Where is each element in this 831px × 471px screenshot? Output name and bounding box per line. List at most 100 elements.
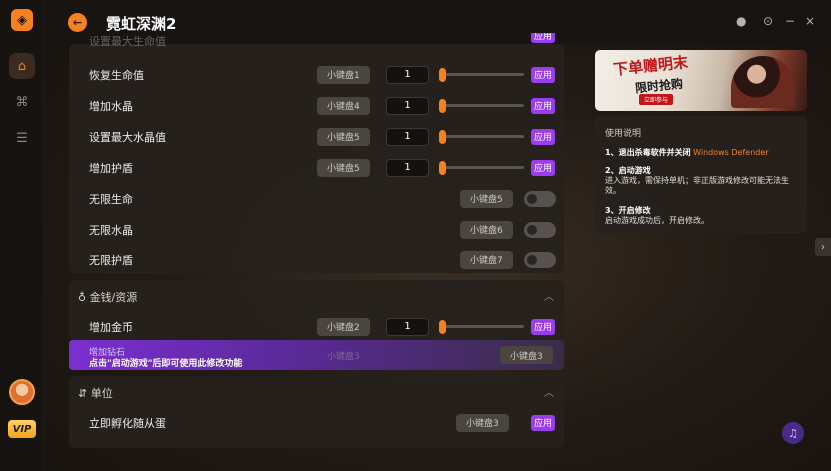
hotkey-chip[interactable]: 小键盘5 [317,158,370,177]
launch-game-notice[interactable]: 增加钻石 点击"启动游戏"后即可使用此修改功能 小键盘3 小键盘3 [69,340,564,370]
instruction-step-3: 3、开启修改 启动游戏成功后，开启修改。 [605,206,801,226]
apply-button[interactable]: 应用 [531,128,555,145]
list-item: 增加金币 小键盘2 1 应用 [69,311,564,342]
banner-tag: 立即参与 [639,94,674,105]
value-slider[interactable] [441,73,524,76]
hotkey-chip: 小键盘3 [327,351,360,362]
apply-button[interactable]: 应用 [531,414,555,431]
list-item: 设置最大水晶值 小键盘5 1 应用 [69,121,564,152]
value-slider[interactable] [441,104,524,107]
settings-icon[interactable]: ⊙ [763,14,773,28]
row-label: 恢复生命值 [89,68,144,82]
section-title-text: 金钱/资源 [89,291,138,304]
instruction-step-1: 1、退出杀毒软件并关闭 Windows Defender [605,148,801,158]
value-input[interactable]: 1 [386,96,429,115]
apply-button[interactable]: 应用 [531,318,555,335]
instructions-title: 使用说明 [605,129,642,139]
step-body: 进入游戏，需保持单机；非正版游戏修改可能无法生效。 [605,176,789,195]
money-bag-icon: ♁ [78,291,87,304]
row-label: 设置最大水晶值 [89,130,166,144]
hotkey-chip[interactable]: 小键盘5 [317,127,370,146]
value-slider[interactable] [441,135,524,138]
theme-icon[interactable]: ● [736,14,746,28]
toggle-switch[interactable] [524,221,556,238]
value-slider[interactable] [441,166,524,169]
chevron-up-icon[interactable]: ︿ [544,288,554,303]
list-item: 立即孵化随从蛋 小键盘3 应用 [69,407,564,438]
page-title: 霓虹深渊2 [106,15,177,33]
hotkey-chip[interactable]: 小键盘3 [500,346,553,364]
units-icon: ⇵ [78,387,88,400]
gamepad-icon[interactable]: ⌘ [9,89,35,115]
list-item: 增加水晶 小键盘4 1 应用 [69,90,564,121]
apply-button[interactable]: 应用 [531,33,555,43]
apply-button[interactable]: 应用 [531,159,555,176]
slider-handle[interactable] [439,67,446,82]
list-item: 无限水晶 小键盘6 [69,214,564,245]
list-item: 无限护盾 小键盘7 [69,244,564,275]
slider-handle[interactable] [439,319,446,334]
list-item: 无限生命 小键盘5 [69,183,564,214]
chevron-up-icon[interactable]: ︿ [544,384,554,399]
banner-character-image [731,56,795,108]
row-label: 立即孵化随从蛋 [89,416,166,430]
row-label: 增加金币 [89,320,133,334]
usage-instructions: 使用说明 1、退出杀毒软件并关闭 Windows Defender 2、启动游戏… [595,116,807,233]
value-input[interactable]: 1 [386,127,429,146]
home-icon[interactable]: ⌂ [9,53,35,79]
section-title: ⇵ 单位 [78,385,113,401]
hotkey-chip[interactable]: 小键盘6 [460,220,513,239]
minimize-button[interactable]: − [785,14,795,28]
step-title: 3、开启修改 [605,206,651,215]
hotkey-chip[interactable]: 小键盘1 [317,65,370,84]
cheat-panel-units: ⇵ 单位 ︿ 立即孵化随从蛋 小键盘3 应用 [69,376,564,448]
promo-banner[interactable]: 下单赠明末 限时抢购 立即参与 [595,50,807,111]
section-title-text: 单位 [90,387,113,400]
row-label: 无限护盾 [89,253,133,267]
section-header-units[interactable]: ⇵ 单位 ︿ [69,376,564,407]
row-label: 无限水晶 [89,223,133,237]
app-logo-icon: ◈ [11,9,33,31]
slider-handle[interactable] [439,129,446,144]
row-label: 无限生命 [89,192,133,206]
cheat-panel-main: 设置最大生命值 应用 恢复生命值 小键盘1 1 应用 增加水晶 小键盘4 1 应… [69,33,564,275]
step-highlight: Windows Defender [693,148,769,157]
row-label: 设置最大生命值 [89,35,166,48]
sidebar: ◈ ⌂ ⌘ ☰ VIP [0,0,44,471]
promo-message: 点击"启动游戏"后即可使用此修改功能 [89,359,243,369]
section-header-money[interactable]: ♁ 金钱/资源 ︿ [69,280,564,311]
cheat-panel-money: ♁ 金钱/资源 ︿ 增加金币 小键盘2 1 应用 [69,280,564,340]
value-input[interactable]: 1 [386,65,429,84]
chevron-right-icon[interactable]: › [815,238,831,256]
value-input[interactable]: 1 [386,317,429,336]
slider-handle[interactable] [439,98,446,113]
instruction-step-2: 2、启动游戏 进入游戏，需保持单机；非正版游戏修改可能无法生效。 [605,166,801,196]
step-body: 启动游戏成功后，开启修改。 [605,216,709,225]
list-item: 恢复生命值 小键盘1 1 应用 [69,59,564,90]
toggle-switch[interactable] [524,190,556,207]
box-icon[interactable]: ☰ [9,125,35,151]
hotkey-chip[interactable]: 小键盘7 [460,250,513,269]
avatar[interactable] [9,379,35,405]
apply-button[interactable]: 应用 [531,97,555,114]
slider-handle[interactable] [439,160,446,175]
list-item: 设置最大生命值 应用 [69,33,564,49]
hotkey-chip[interactable]: 小键盘4 [317,96,370,115]
step-title: 2、启动游戏 [605,166,651,175]
back-button[interactable]: ← [68,13,87,32]
list-item: 增加护盾 小键盘5 1 应用 [69,152,564,183]
vip-badge[interactable]: VIP [8,420,36,438]
value-slider[interactable] [441,325,524,328]
hotkey-chip[interactable]: 小键盘2 [317,317,370,336]
hotkey-chip[interactable]: 小键盘3 [456,413,509,432]
toggle-switch[interactable] [524,251,556,268]
row-label: 增加水晶 [89,99,133,113]
section-title: ♁ 金钱/资源 [78,289,137,305]
hotkey-chip[interactable]: 小键盘5 [460,189,513,208]
step-title: 1、退出杀毒软件并关闭 [605,148,691,157]
close-button[interactable]: × [805,14,815,28]
value-input[interactable]: 1 [386,158,429,177]
apply-button[interactable]: 应用 [531,66,555,83]
headset-icon[interactable]: ♫ [782,422,804,444]
row-label: 增加护盾 [89,161,133,175]
